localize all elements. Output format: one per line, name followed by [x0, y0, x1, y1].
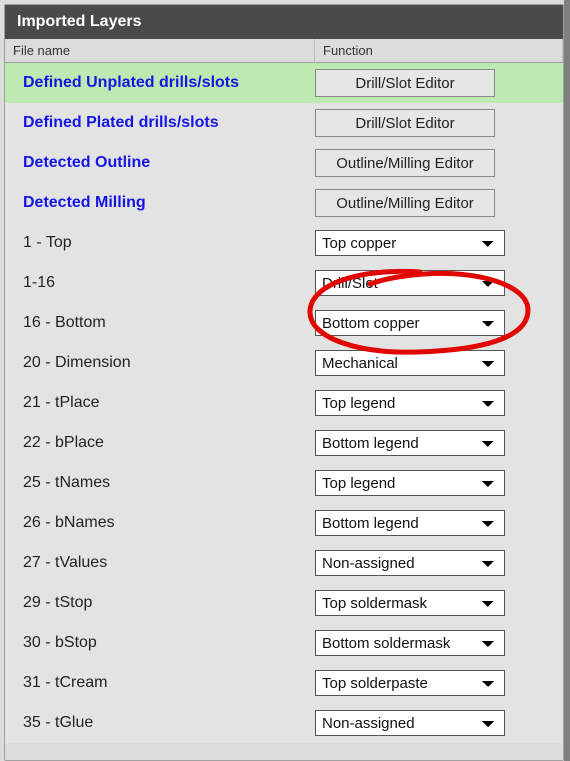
layer-list: Defined Unplated drills/slotsDrill/Slot … — [5, 63, 563, 743]
layer-name: 27 - tValues — [23, 554, 315, 572]
layer-name-link[interactable]: Detected Milling — [23, 194, 315, 212]
header-function: Function — [315, 39, 563, 62]
layer-name: 16 - Bottom — [23, 314, 315, 332]
layer-name: 25 - tNames — [23, 474, 315, 492]
layer-row: 1-16Drill/Slot — [5, 263, 563, 303]
layer-row: 22 - bPlaceBottom legend — [5, 423, 563, 463]
function-select[interactable]: Drill/Slot — [315, 270, 505, 296]
layer-row: 31 - tCreamTop solderpaste — [5, 663, 563, 703]
function-select[interactable]: Top solderpaste — [315, 670, 505, 696]
layer-name-link[interactable]: Defined Unplated drills/slots — [23, 74, 315, 92]
layer-name-link[interactable]: Defined Plated drills/slots — [23, 114, 315, 132]
function-editor-button[interactable]: Drill/Slot Editor — [315, 109, 495, 137]
layer-name: 1 - Top — [23, 234, 315, 252]
function-select[interactable]: Mechanical — [315, 350, 505, 376]
layer-name: 22 - bPlace — [23, 434, 315, 452]
function-select[interactable]: Bottom legend — [315, 510, 505, 536]
window-right-shadow — [564, 0, 570, 761]
layer-name: 31 - tCream — [23, 674, 315, 692]
header-file-name: File name — [5, 39, 315, 62]
function-editor-button[interactable]: Outline/Milling Editor — [315, 189, 495, 217]
layer-name: 26 - bNames — [23, 514, 315, 532]
function-select[interactable]: Non-assigned — [315, 710, 505, 736]
layer-row: 20 - DimensionMechanical — [5, 343, 563, 383]
layer-name: 30 - bStop — [23, 634, 315, 652]
function-select[interactable]: Bottom soldermask — [315, 630, 505, 656]
layer-name: 35 - tGlue — [23, 714, 315, 732]
layer-row: 30 - bStopBottom soldermask — [5, 623, 563, 663]
layer-name: 20 - Dimension — [23, 354, 315, 372]
layer-name: 1-16 — [23, 274, 315, 292]
layer-row: 29 - tStopTop soldermask — [5, 583, 563, 623]
layer-row: 16 - BottomBottom copper — [5, 303, 563, 343]
layer-row: 25 - tNamesTop legend — [5, 463, 563, 503]
layer-name: 21 - tPlace — [23, 394, 315, 412]
panel-title: Imported Layers — [5, 5, 563, 39]
layer-row: Detected MillingOutline/Milling Editor — [5, 183, 563, 223]
layer-row: 27 - tValuesNon-assigned — [5, 543, 563, 583]
layer-row: Detected OutlineOutline/Milling Editor — [5, 143, 563, 183]
layer-row: 1 - TopTop copper — [5, 223, 563, 263]
column-headers: File name Function — [5, 39, 563, 63]
layer-row: 21 - tPlaceTop legend — [5, 383, 563, 423]
layer-row: Defined Plated drills/slotsDrill/Slot Ed… — [5, 103, 563, 143]
function-select[interactable]: Top legend — [315, 390, 505, 416]
function-editor-button[interactable]: Outline/Milling Editor — [315, 149, 495, 177]
layer-name: 29 - tStop — [23, 594, 315, 612]
imported-layers-panel: Imported Layers File name Function Defin… — [4, 4, 564, 761]
layer-row: 26 - bNamesBottom legend — [5, 503, 563, 543]
function-editor-button[interactable]: Drill/Slot Editor — [315, 69, 495, 97]
layer-row: 35 - tGlueNon-assigned — [5, 703, 563, 743]
function-select[interactable]: Bottom copper — [315, 310, 505, 336]
function-select[interactable]: Top soldermask — [315, 590, 505, 616]
function-select[interactable]: Bottom legend — [315, 430, 505, 456]
layer-row: Defined Unplated drills/slotsDrill/Slot … — [5, 63, 563, 103]
function-select[interactable]: Top copper — [315, 230, 505, 256]
function-select[interactable]: Non-assigned — [315, 550, 505, 576]
layer-name-link[interactable]: Detected Outline — [23, 154, 315, 172]
function-select[interactable]: Top legend — [315, 470, 505, 496]
